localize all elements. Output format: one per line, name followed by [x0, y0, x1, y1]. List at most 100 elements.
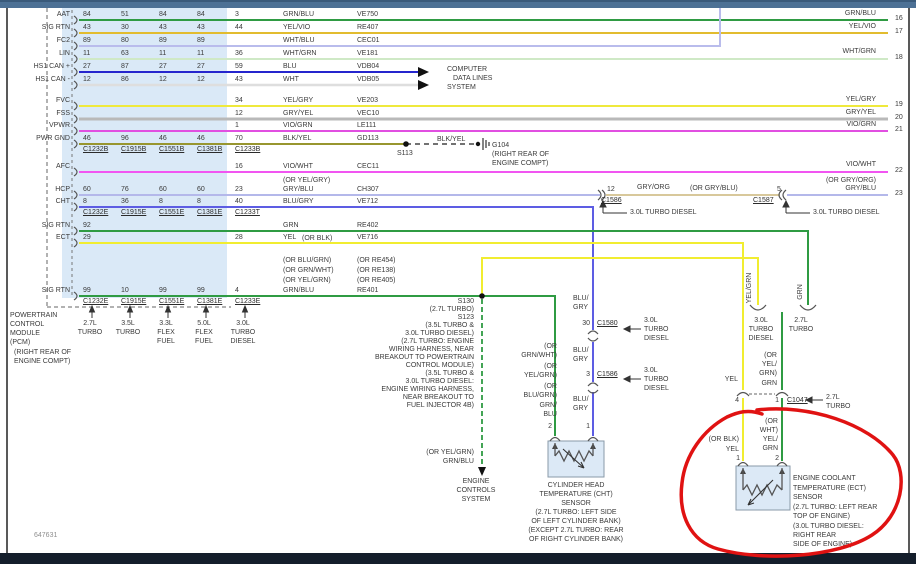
pcm-pin-label: SIG RTN: [42, 24, 70, 32]
engine-variant-label: FLEX: [157, 329, 175, 337]
pcm-pin-label: FSS: [56, 110, 70, 118]
circuit-code: VDB04: [357, 63, 379, 71]
connector-name[interactable]: C1232E: [83, 298, 108, 306]
pcm-pin-label: ECT: [56, 234, 70, 242]
wire-color-label: BLU/: [573, 396, 589, 404]
pin-number: 17: [895, 28, 903, 36]
pin-number: 46: [159, 135, 167, 143]
variant-note: 3.0L: [644, 367, 658, 375]
splice-note: 3.0L TURBO DIESEL): [405, 330, 474, 338]
splice-note: (3.5L TURBO &: [425, 322, 474, 330]
pin-number: 29: [83, 234, 91, 242]
wire-color-label: GRN/BLU: [283, 287, 314, 295]
wire-color-label: (OR: [765, 418, 778, 426]
pin-number: 18: [895, 54, 903, 62]
wire-color-label: GRY: [573, 304, 588, 312]
variant-note: DIESEL: [644, 385, 669, 393]
connector-name[interactable]: C1232B: [83, 146, 108, 154]
pin-number: 3: [235, 11, 239, 19]
connector-name[interactable]: C1586: [601, 197, 622, 205]
connector-name[interactable]: C1381E: [197, 209, 222, 217]
system-ref: COMPUTER: [447, 66, 487, 74]
pin-number: 1: [235, 122, 239, 130]
wire-color-label: (OR: [544, 383, 557, 391]
wire-color-label: WHT/BLU: [283, 37, 315, 45]
wire-color-label: YEL/: [762, 361, 777, 369]
connector-name[interactable]: C1381B: [197, 146, 222, 154]
pin-number: 84: [197, 11, 205, 19]
pcm-pin-label: AAT: [57, 11, 70, 19]
connector-name[interactable]: C1232E: [83, 209, 108, 217]
pin-number: 12: [83, 76, 91, 84]
variant-note: 2.7L: [794, 317, 808, 325]
connector-name[interactable]: C1047: [787, 397, 808, 405]
wire-color-label: YEL/GRY: [846, 96, 876, 104]
wiring-diagram-page: AATSIG RTNFC2LINHS1 CAN +HS1 CAN -FVCFSS…: [0, 0, 916, 564]
connector-name[interactable]: C1587: [753, 197, 774, 205]
circuit-code: VE750: [357, 11, 378, 19]
connector-name[interactable]: C1586: [597, 371, 618, 379]
pin-number: 10: [121, 287, 129, 295]
pin-number: 80: [121, 37, 129, 45]
pin-number: 11: [197, 50, 204, 58]
pin-number: 12: [159, 76, 167, 84]
wire-color-label: GRN: [283, 222, 299, 230]
wire-color-label: GRY/ORG: [637, 184, 670, 192]
pin-number: 63: [121, 50, 129, 58]
wire-color-label: (OR: [764, 352, 777, 360]
pin-number: 8: [159, 198, 163, 206]
engine-variant-label: FUEL: [195, 338, 213, 346]
variant-note: DIESEL: [749, 335, 774, 343]
wire-color-label: BLK/YEL: [437, 136, 465, 144]
connector-name[interactable]: C1551E: [159, 209, 184, 217]
connector-name[interactable]: C1233B: [235, 146, 260, 154]
connector-name[interactable]: C1915E: [121, 298, 146, 306]
pin-number: 22: [895, 167, 903, 175]
variant-note: DIESEL: [644, 335, 669, 343]
variant-note: TURBO: [644, 326, 669, 334]
pin-number: 12: [197, 76, 205, 84]
variant-note: 3.0L TURBO DIESEL: [630, 209, 697, 217]
wire-color-label: (OR BLK): [302, 235, 332, 243]
pin-number: 59: [235, 63, 243, 71]
cht-sensor-label: CYLINDER HEAD: [548, 482, 605, 490]
pin-number: 1: [775, 397, 779, 405]
circuit-code: VE712: [357, 198, 378, 206]
ground-label: (RIGHT REAR OF: [492, 151, 549, 159]
connector-name[interactable]: C1915E: [121, 209, 146, 217]
connector-name[interactable]: C1233T: [235, 209, 260, 217]
pin-number: 1: [586, 423, 590, 431]
wire-color-label: GRN): [759, 370, 777, 378]
pcm-title: MODULE: [10, 330, 40, 338]
connector-name[interactable]: C1233E: [235, 298, 260, 306]
pin-number: 11: [159, 50, 166, 58]
wire-color-label: GRY/YEL: [846, 109, 876, 117]
splice-note: FUEL INJECTOR 4B): [407, 402, 474, 410]
pin-number: 89: [83, 37, 91, 45]
splice-note: CONTROL MODULE): [406, 362, 474, 370]
wire-color-label: GRN: [762, 445, 778, 453]
connector-name[interactable]: C1551E: [159, 298, 184, 306]
connector-name[interactable]: C1551B: [159, 146, 184, 154]
pcm-pin-label: CHT: [56, 198, 70, 206]
ect-sensor-label: (3.0L TURBO DIESEL:: [793, 523, 864, 531]
pin-number: 27: [83, 63, 91, 71]
pin-number: 4: [735, 397, 739, 405]
wire-color-label: YEL/VIO: [283, 24, 310, 32]
connector-name[interactable]: C1381E: [197, 298, 222, 306]
pin-number: 60: [159, 186, 167, 194]
pcm-pin-label: HCP: [55, 186, 70, 194]
connector-name[interactable]: C1915B: [121, 146, 146, 154]
pcm-pin-label: VPWR: [49, 122, 70, 130]
system-ref: SYSTEM: [462, 496, 491, 504]
wire-color-label: GRN/BLU: [443, 458, 474, 466]
cht-sensor-label: OF LEFT CYLINDER BANK): [531, 518, 620, 526]
splice-note: BREAKOUT TO POWERTRAIN: [375, 354, 474, 362]
splice-note: (2.7L TURBO: ENGINE: [401, 338, 474, 346]
circuit-code: RE402: [357, 222, 378, 230]
pcm-pin-label: PWR GND: [36, 135, 70, 143]
pin-number: 5: [777, 186, 781, 194]
connector-name[interactable]: C1580: [597, 320, 618, 328]
pin-number: 60: [197, 186, 205, 194]
variant-note: 3.0L: [644, 317, 658, 325]
